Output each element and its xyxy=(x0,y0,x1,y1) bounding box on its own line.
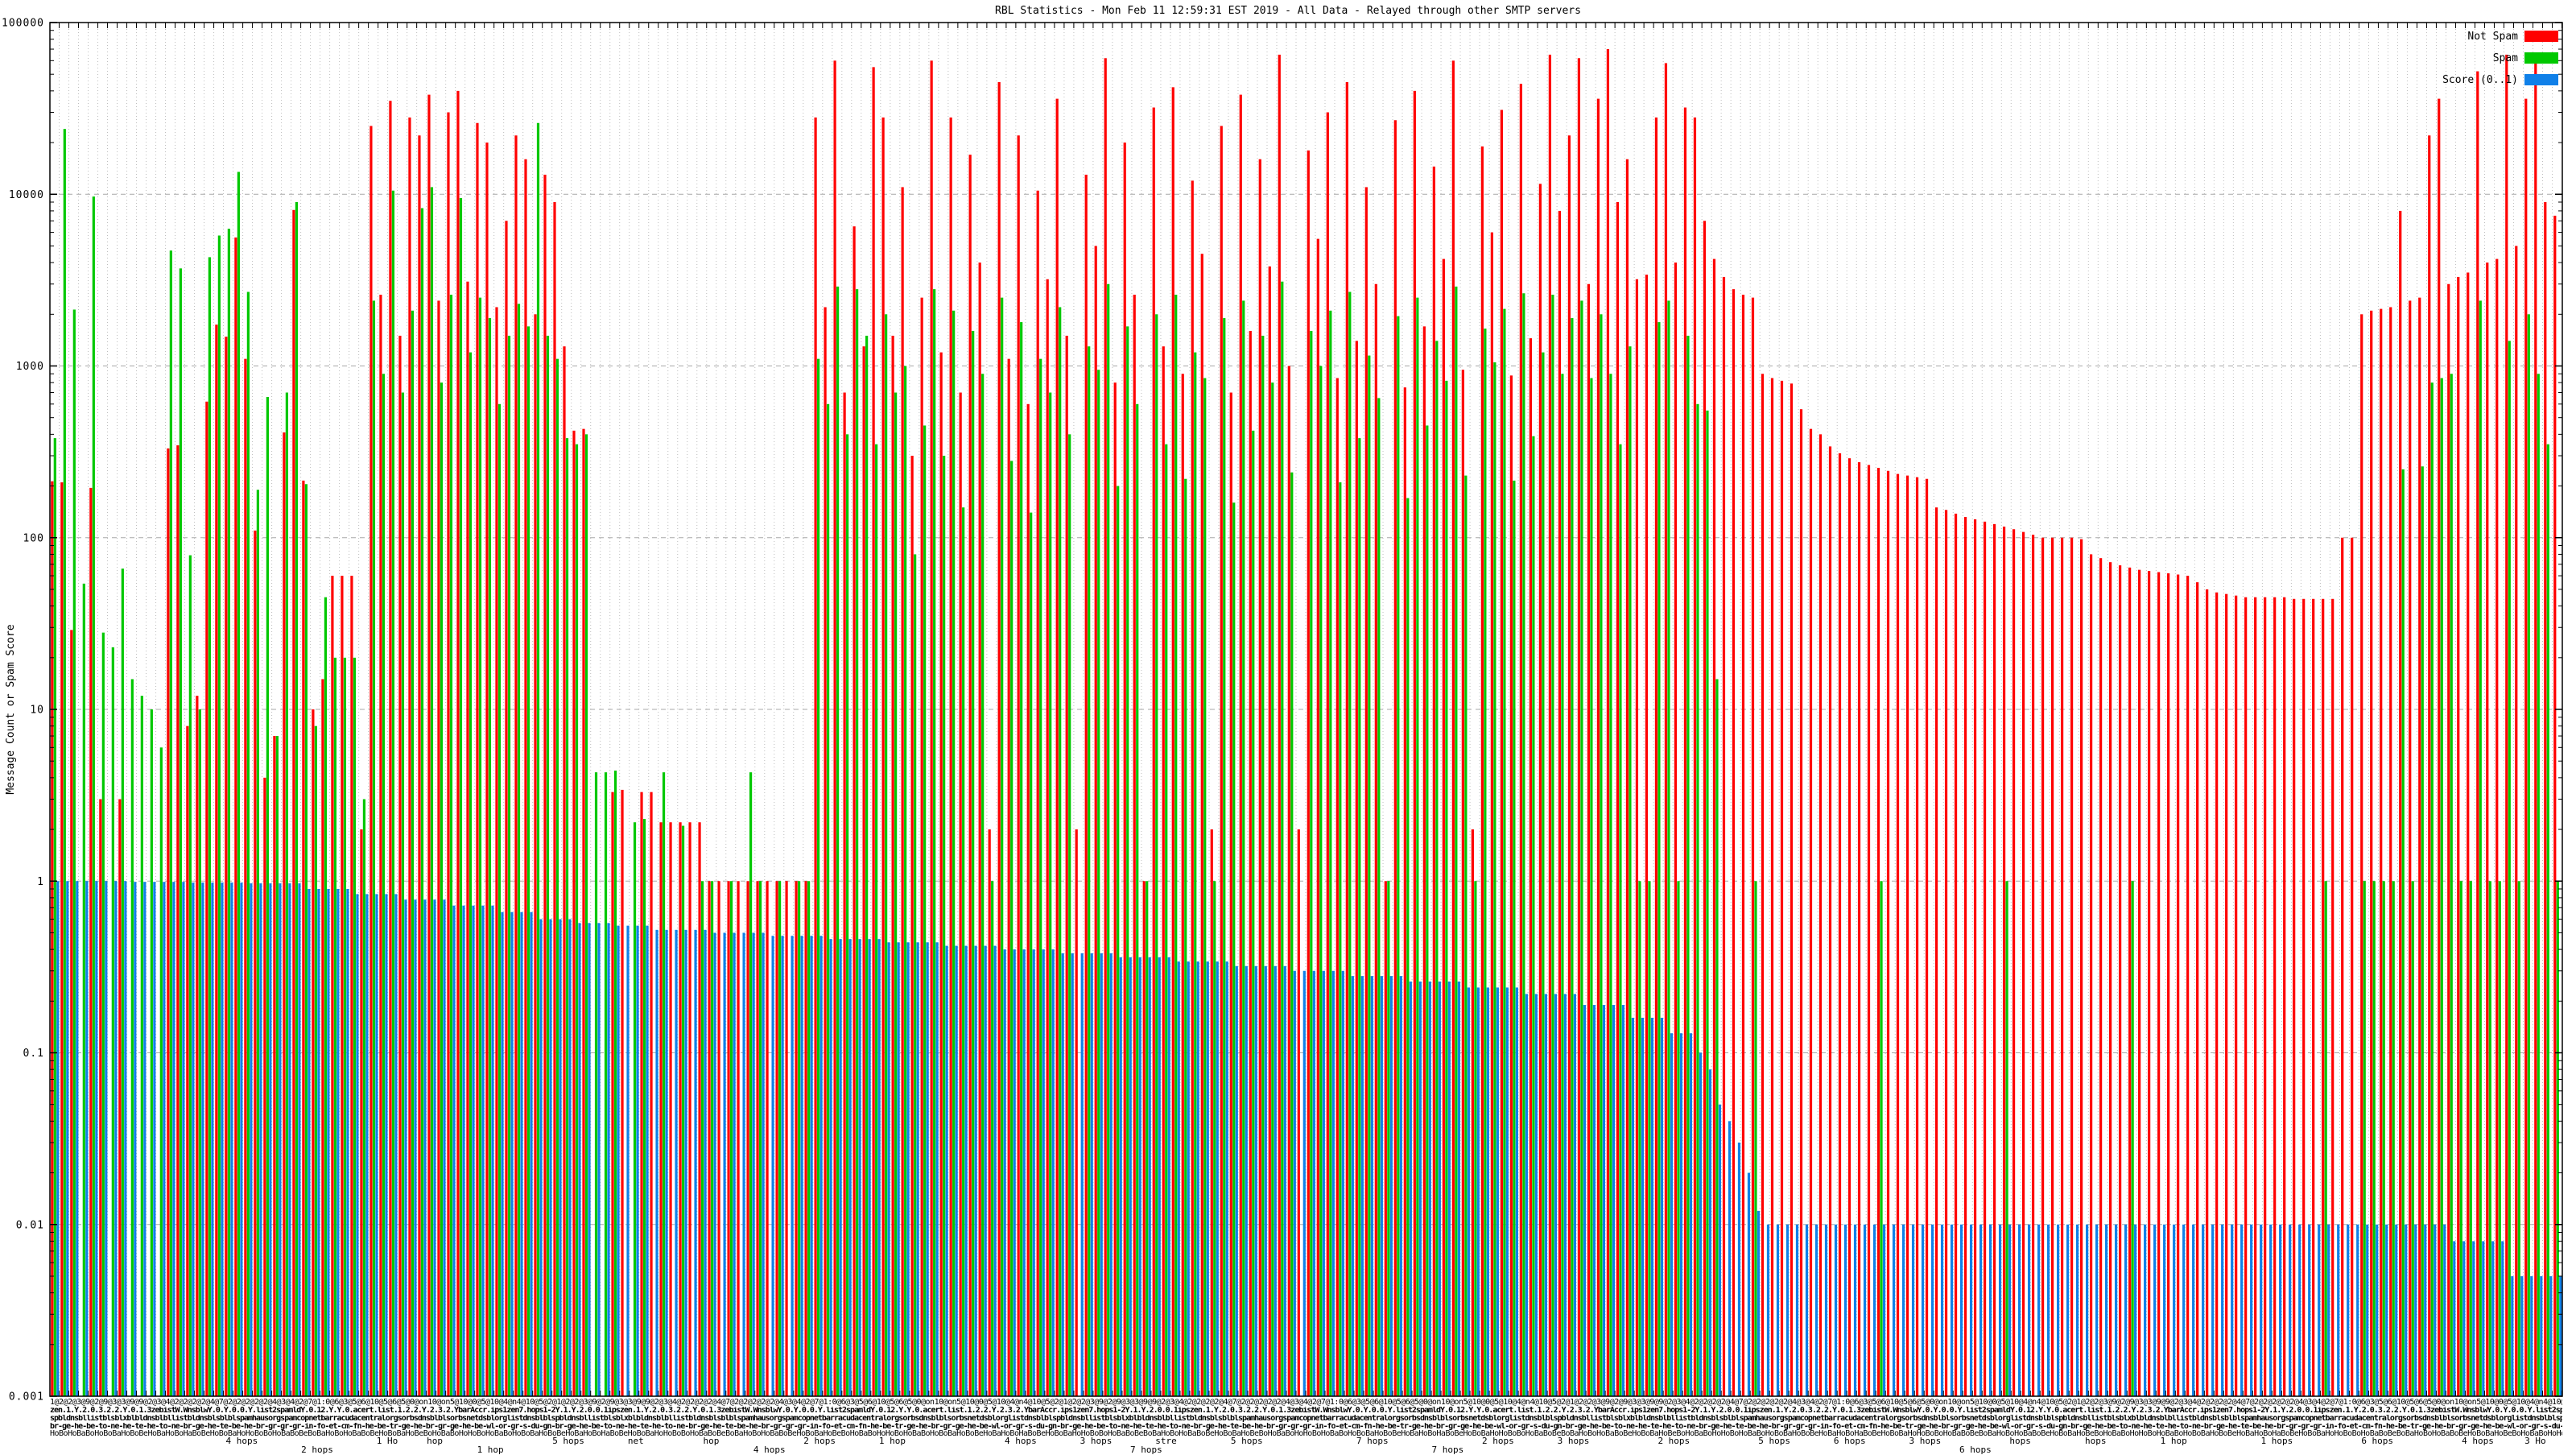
x-axis-hops-label: 1 hop xyxy=(2160,1436,2187,1446)
x-axis-hops-label: 1 hop xyxy=(477,1445,504,1455)
x-axis-hops-label: 6 hops xyxy=(2361,1436,2394,1446)
x-axis-hops-label: 1 hops xyxy=(2260,1436,2293,1446)
x-axis-hops-label: 6 hops xyxy=(1959,1445,1992,1455)
legend-row-spam: Spam xyxy=(2442,52,2558,64)
bars xyxy=(51,49,2562,1397)
x-axis-hops-label: 2 hops xyxy=(803,1436,836,1446)
x-axis-hops-label: 1 Ho xyxy=(376,1436,398,1446)
x-axis-hops-label: 3 hops xyxy=(1557,1436,1590,1446)
chart-title: RBL Statistics - Mon Feb 11 12:59:31 EST… xyxy=(995,5,1581,17)
legend: Not Spam Spam Score (0..1) xyxy=(2442,31,2558,96)
x-axis-hops-label: hops xyxy=(2085,1436,2107,1446)
x-axis-hops-label: 4 hops xyxy=(753,1445,786,1455)
legend-label-score: Score (0..1) xyxy=(2442,73,2518,86)
svg-text:0.1: 0.1 xyxy=(23,1048,44,1060)
svg-text:1000: 1000 xyxy=(16,361,44,373)
x-axis-hops-label: 5 hops xyxy=(1230,1436,1263,1446)
plot-area: 1000001000010001001010.10.010.001 xyxy=(2,18,2563,1403)
rbl-statistics-screenshot: { "title": "RBL Statistics - Mon Feb 11 … xyxy=(0,0,2576,1455)
legend-swatch-score xyxy=(2524,74,2558,85)
x-axis-hops-label: hop xyxy=(703,1436,720,1446)
x-axis-hops-label: 4 hops xyxy=(1004,1436,1037,1446)
y-axis-title: Message Count or Spam Score xyxy=(5,624,17,795)
x-axis-hops-label: 3 hops xyxy=(1080,1436,1113,1446)
legend-label-not-spam: Not Spam xyxy=(2467,30,2518,43)
x-axis-hops-label: 7 hops xyxy=(1130,1445,1162,1455)
legend-swatch-spam xyxy=(2524,52,2558,64)
svg-text:1: 1 xyxy=(37,876,44,888)
x-axis-hops-label: 3 hops xyxy=(1909,1436,1942,1446)
x-axis-hops-label: hop xyxy=(427,1436,444,1446)
x-axis-hops-label: 7 hops xyxy=(1356,1436,1389,1446)
x-axis-hops-label: 2 hops xyxy=(301,1445,333,1455)
x-axis-hops-label: 2 hops xyxy=(1481,1436,1514,1446)
x-axis-hops-label: 4 hops xyxy=(225,1436,258,1446)
x-axis-hops-label: 3 Ho xyxy=(2524,1436,2546,1446)
x-axis-hops-label: 1 hop xyxy=(878,1436,906,1446)
x-axis-hops-label: 2 hops xyxy=(1657,1436,1690,1446)
svg-text:10: 10 xyxy=(30,705,44,717)
legend-swatch-not-spam xyxy=(2524,31,2558,42)
x-axis-hops-label: hops xyxy=(2009,1436,2031,1446)
legend-row-not-spam: Not Spam xyxy=(2442,30,2558,43)
x-axis-hops-label: 4 hops xyxy=(2462,1436,2494,1446)
x-axis-hops-label: 6 hops xyxy=(1833,1436,1866,1446)
svg-text:0.01: 0.01 xyxy=(16,1219,44,1231)
gridlines xyxy=(50,23,2562,1396)
x-axis-hops-label: net xyxy=(627,1436,644,1446)
x-axis-hops-label: 7 hops xyxy=(1431,1445,1464,1455)
legend-label-spam: Spam xyxy=(2492,52,2518,64)
x-axis-hops-label: 5 hops xyxy=(1758,1436,1791,1446)
x-axis-hops-label: 5 hops xyxy=(552,1436,584,1446)
legend-row-score: Score (0..1) xyxy=(2442,73,2558,86)
svg-text:100: 100 xyxy=(23,532,44,544)
